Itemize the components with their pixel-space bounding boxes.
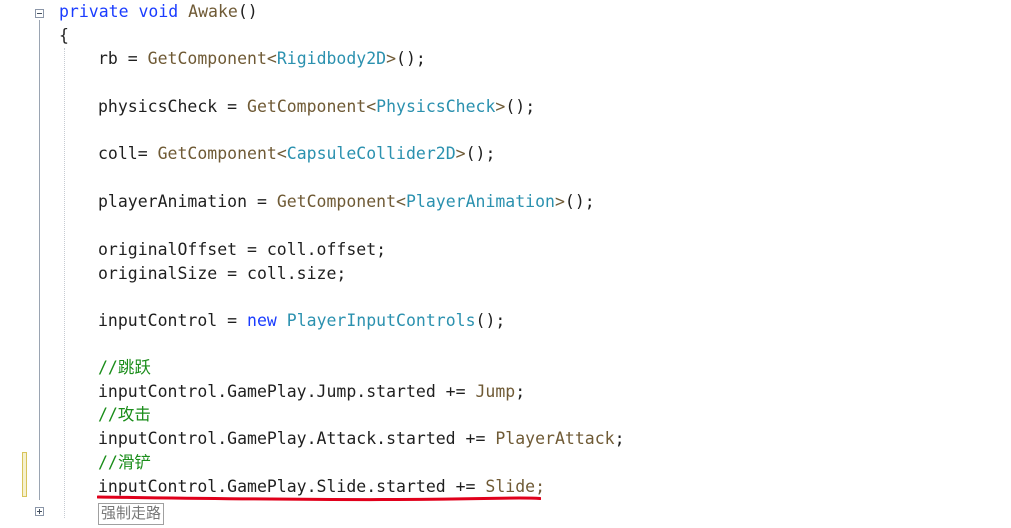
code-line-coll[interactable]: coll= GetComponent<CapsuleCollider2D>(); — [98, 143, 495, 165]
method-signature-line[interactable]: private void Awake() — [59, 1, 258, 23]
input-tail: (); — [475, 311, 506, 330]
input-lhs: inputControl = — [98, 311, 248, 330]
physics-lt: < — [366, 97, 377, 116]
anim-method: GetComponent — [276, 192, 397, 211]
anim-lt: < — [396, 192, 406, 211]
keyword-private: private — [59, 2, 129, 21]
code-line-input-control[interactable]: inputControl = new PlayerInputControls()… — [98, 310, 505, 332]
attack-tail: ; — [614, 429, 625, 448]
comment-jump-text: //跳跃 — [98, 358, 151, 377]
slide-tail: ; — [535, 477, 546, 496]
physics-gt: > — [495, 97, 506, 116]
code-line-player-animation[interactable]: playerAnimation = GetComponent<PlayerAni… — [98, 191, 595, 213]
coll-gt: > — [455, 144, 466, 163]
code-line-original-offset[interactable]: originalOffset = coll.offset; — [98, 239, 386, 261]
comment-jump[interactable]: //跳跃 — [98, 357, 151, 379]
expand-region-icon[interactable] — [35, 507, 44, 516]
coll-type: CapsuleCollider2D — [286, 144, 456, 163]
rb-method: GetComponent — [147, 49, 267, 68]
collapse-region-icon[interactable] — [35, 9, 44, 18]
coll-tail: (); — [465, 144, 496, 163]
physics-lhs: physicsCheck = — [98, 97, 248, 116]
coll-lt: < — [276, 144, 287, 163]
slide-handler: Slide — [485, 477, 536, 496]
physics-type: PhysicsCheck — [376, 97, 496, 116]
offset-text: originalOffset = coll.offset; — [98, 240, 387, 259]
attack-lhs: inputControl.GamePlay.Attack.started += — [98, 429, 496, 448]
anim-gt: > — [554, 192, 565, 211]
change-marker — [22, 452, 27, 497]
rb-lt: < — [266, 49, 277, 68]
coll-lhs: coll= — [98, 144, 158, 163]
input-type: PlayerInputControls — [286, 311, 476, 330]
code-line-jump[interactable]: inputControl.GamePlay.Jump.started += Ju… — [98, 381, 525, 403]
keyword-void: void — [138, 2, 179, 21]
jump-handler: Jump — [475, 382, 516, 401]
indent-guide — [64, 48, 65, 518]
anim-lhs: playerAnimation = — [98, 192, 277, 211]
physics-method: GetComponent — [247, 97, 367, 116]
code-line-original-size[interactable]: originalSize = coll.size; — [98, 263, 346, 285]
rb-lhs: rb = — [98, 49, 148, 68]
signature-parens: () — [237, 2, 258, 21]
size-text: originalSize = coll.size; — [98, 264, 347, 283]
code-line-slide[interactable]: inputControl.GamePlay.Slide.started += S… — [98, 476, 545, 498]
collapsed-region[interactable]: 强制走路 — [98, 503, 165, 525]
code-line-attack[interactable]: inputControl.GamePlay.Attack.started += … — [98, 428, 625, 450]
keyword-new: new — [247, 311, 277, 330]
rb-gt: > — [386, 49, 397, 68]
rb-type: Rigidbody2D — [276, 49, 387, 68]
comment-attack[interactable]: //攻击 — [98, 404, 151, 426]
code-line-physics-check[interactable]: physicsCheck = GetComponent<PhysicsCheck… — [98, 96, 535, 118]
physics-tail: (); — [505, 97, 536, 116]
rb-tail: (); — [396, 49, 426, 68]
code-editor[interactable]: private void Awake() { rb = GetComponent… — [0, 0, 1011, 528]
comment-slide[interactable]: //滑铲 — [98, 452, 151, 474]
anim-tail: (); — [564, 192, 595, 211]
jump-tail: ; — [515, 382, 526, 401]
comment-slide-text: //滑铲 — [98, 453, 151, 472]
open-brace-line[interactable]: { — [59, 25, 69, 47]
coll-method: GetComponent — [157, 144, 277, 163]
slide-lhs: inputControl.GamePlay.Slide.started += — [98, 477, 486, 496]
jump-lhs: inputControl.GamePlay.Jump.started += — [98, 382, 476, 401]
attack-handler: PlayerAttack — [495, 429, 615, 448]
method-name: Awake — [188, 2, 238, 21]
outline-gutter-line — [39, 20, 40, 500]
code-line-rb[interactable]: rb = GetComponent<Rigidbody2D>(); — [98, 48, 426, 70]
open-brace: { — [59, 26, 69, 45]
comment-attack-text: //攻击 — [98, 405, 151, 424]
anim-type: PlayerAnimation — [405, 192, 555, 211]
